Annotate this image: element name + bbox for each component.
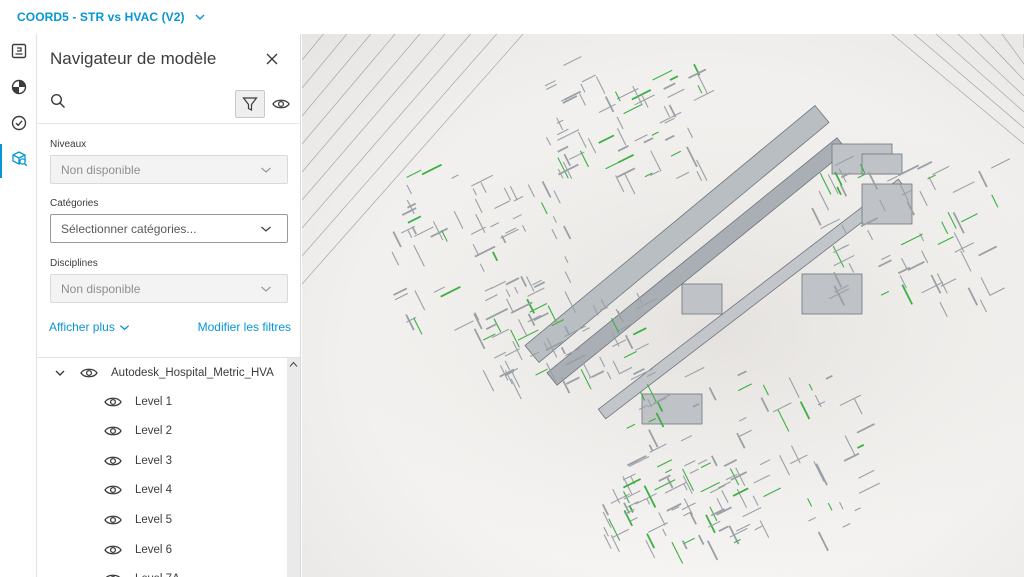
top-bar: COORD5 - STR vs HVAC (V2) bbox=[0, 0, 1024, 34]
visibility-toggle-button[interactable] bbox=[271, 94, 291, 114]
eye-icon[interactable] bbox=[103, 424, 123, 438]
eye-icon[interactable] bbox=[103, 454, 123, 468]
filter-links: Afficher plus Modifier les filtres bbox=[49, 320, 291, 334]
levels-value: Non disponible bbox=[61, 162, 141, 177]
show-more-label: Afficher plus bbox=[49, 320, 115, 334]
chevron-down-icon[interactable] bbox=[53, 366, 67, 380]
tree-level-row[interactable]: Level 7A bbox=[103, 565, 180, 577]
tree-root-row[interactable]: Autodesk_Hospital_Metric_HVA bbox=[53, 358, 274, 387]
tree-level-label: Level 5 bbox=[135, 513, 173, 526]
categories-label: Catégories bbox=[50, 198, 99, 209]
levels-label: Niveaux bbox=[50, 139, 87, 150]
model-title[interactable]: COORD5 - STR vs HVAC (V2) bbox=[17, 10, 185, 24]
issues-button[interactable] bbox=[0, 108, 37, 142]
panel-header: Navigateur de modèle bbox=[37, 34, 300, 84]
tree-level-row[interactable]: Level 3 bbox=[103, 446, 172, 475]
sheets-button[interactable] bbox=[0, 36, 37, 70]
tool-rail bbox=[0, 34, 37, 577]
eye-icon[interactable] bbox=[103, 483, 123, 497]
eye-icon[interactable] bbox=[103, 395, 123, 409]
scroll-up-icon[interactable] bbox=[287, 359, 300, 369]
tree-level-label: Level 4 bbox=[135, 484, 173, 497]
tree-level-row[interactable]: Level 1 bbox=[103, 387, 172, 416]
search-row bbox=[37, 84, 300, 124]
model-button[interactable] bbox=[0, 72, 37, 106]
edit-filters-link[interactable]: Modifier les filtres bbox=[198, 320, 291, 334]
tree-level-label: Level 1 bbox=[135, 395, 173, 408]
categories-placeholder: Sélectionner catégories... bbox=[61, 221, 197, 236]
tree-level-row[interactable]: Level 5 bbox=[103, 505, 172, 534]
eye-icon[interactable] bbox=[103, 572, 123, 577]
eye-icon[interactable] bbox=[103, 513, 123, 527]
hvac-model-render bbox=[302, 34, 1024, 577]
tree-level-label: Level 7A bbox=[135, 573, 180, 577]
chevron-down-icon bbox=[261, 167, 271, 173]
categories-select[interactable]: Sélectionner catégories... bbox=[50, 214, 288, 243]
issues-icon bbox=[11, 115, 27, 136]
disciplines-label: Disciplines bbox=[50, 258, 98, 269]
chevron-down-icon[interactable] bbox=[194, 11, 206, 23]
levels-field: Niveaux Non disponible bbox=[50, 139, 288, 184]
model-browser-icon bbox=[11, 150, 28, 172]
model-browser-panel: Navigateur de modèle Niveaux Non disponi… bbox=[37, 34, 301, 577]
model-icon bbox=[11, 79, 27, 100]
disciplines-select[interactable]: Non disponible bbox=[50, 274, 288, 303]
chevron-down-icon bbox=[261, 286, 271, 292]
3d-viewport[interactable] bbox=[302, 34, 1024, 577]
disciplines-value: Non disponible bbox=[61, 281, 141, 296]
levels-select[interactable]: Non disponible bbox=[50, 155, 288, 184]
model-browser-button[interactable] bbox=[0, 144, 37, 178]
eye-icon[interactable] bbox=[103, 543, 123, 557]
categories-field: Catégories Sélectionner catégories... bbox=[50, 198, 288, 243]
tree-level-row[interactable]: Level 6 bbox=[103, 535, 172, 564]
show-more-link[interactable]: Afficher plus bbox=[49, 320, 130, 334]
tree-root-label: Autodesk_Hospital_Metric_HVA bbox=[111, 366, 274, 379]
model-tree: Autodesk_Hospital_Metric_HVA Level 1 Leve… bbox=[37, 357, 300, 577]
filter-icon bbox=[242, 97, 258, 111]
chevron-down-icon bbox=[261, 226, 271, 232]
filter-button[interactable] bbox=[235, 90, 265, 118]
close-icon[interactable] bbox=[264, 51, 280, 67]
tree-level-row[interactable]: Level 2 bbox=[103, 417, 172, 446]
sheets-icon bbox=[11, 43, 27, 64]
search-icon[interactable] bbox=[50, 93, 66, 114]
tree-level-label: Level 2 bbox=[135, 425, 173, 438]
chevron-down-icon bbox=[119, 324, 129, 330]
eye-icon bbox=[272, 99, 290, 109]
tree-scrollbar[interactable] bbox=[287, 358, 300, 577]
tree-level-row[interactable]: Level 4 bbox=[103, 476, 172, 505]
disciplines-field: Disciplines Non disponible bbox=[50, 258, 288, 303]
tree-level-label: Level 6 bbox=[135, 543, 173, 556]
tree-level-label: Level 3 bbox=[135, 454, 173, 467]
panel-title: Navigateur de modèle bbox=[50, 49, 217, 68]
eye-icon[interactable] bbox=[79, 366, 99, 380]
